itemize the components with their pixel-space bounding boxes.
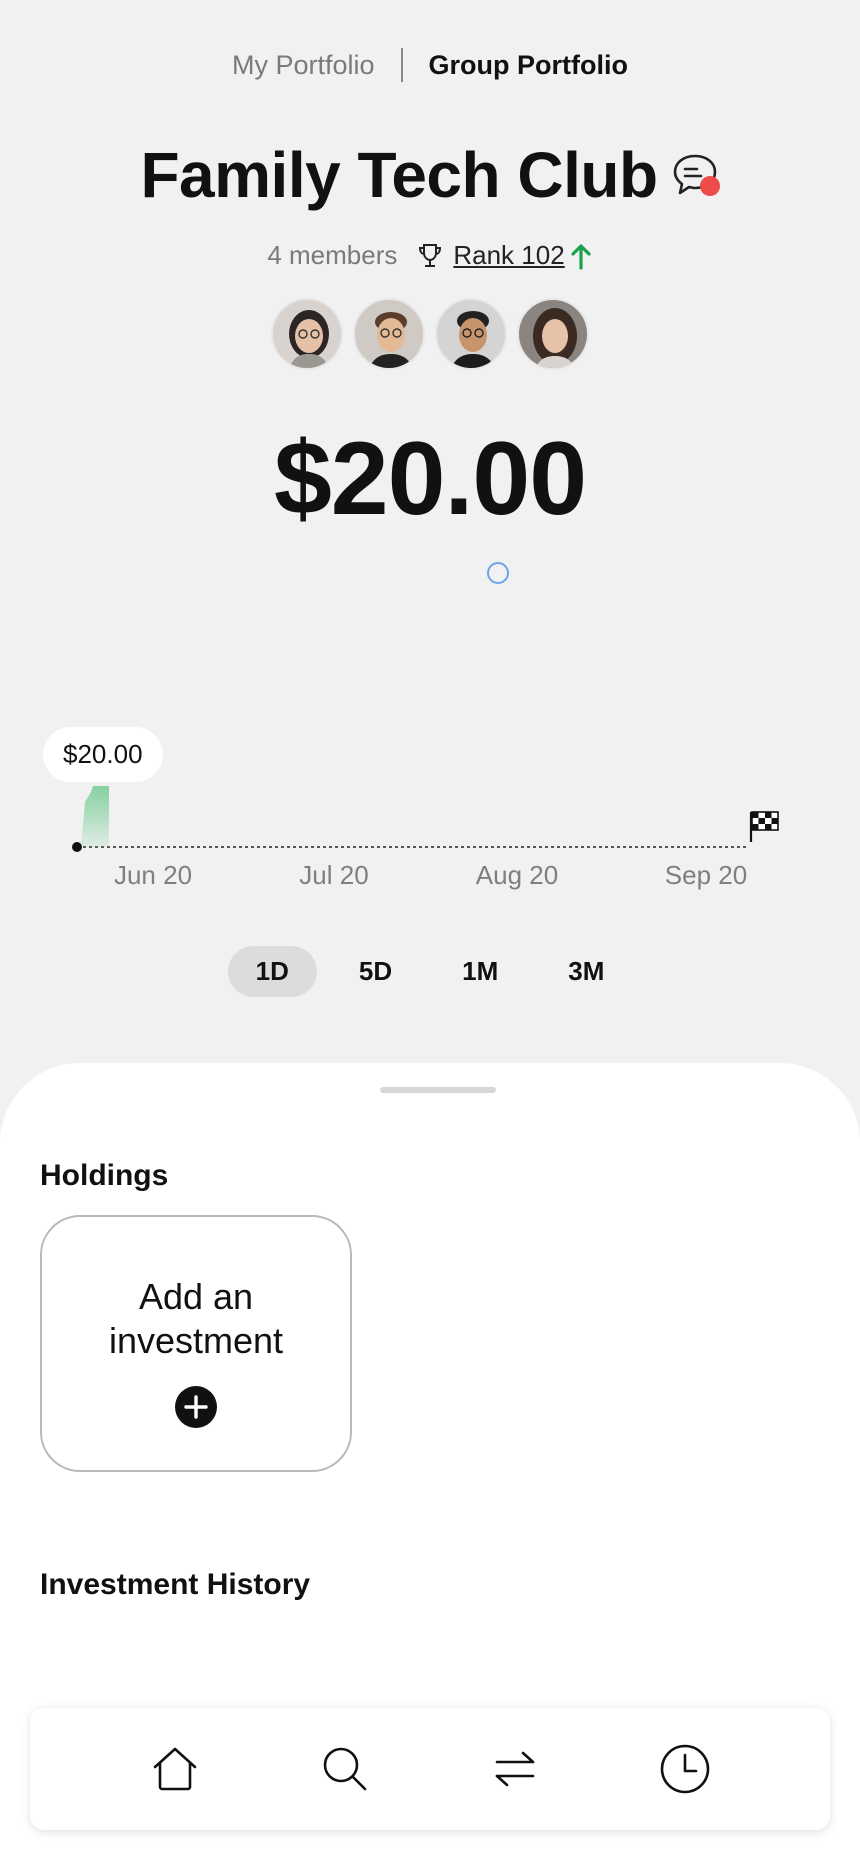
transfer-icon bbox=[495, 1751, 535, 1787]
chart-x-axis: Jun 20 Jul 20 Aug 20 Sep 20 bbox=[0, 860, 860, 894]
members-count: 4 members bbox=[267, 240, 398, 270]
portfolio-toggle: My Portfolio Group Portfolio bbox=[0, 48, 860, 82]
bottom-nav bbox=[30, 1708, 830, 1830]
chat-icon[interactable] bbox=[670, 150, 720, 200]
plus-circle-icon[interactable] bbox=[174, 1385, 218, 1429]
chart-x-tick-label: Sep 20 bbox=[664, 860, 748, 890]
checkered-flag-icon bbox=[749, 811, 779, 842]
arrow-up-icon bbox=[569, 242, 593, 270]
rank-link[interactable]: Rank 102 bbox=[415, 240, 592, 271]
group-title-row: Family Tech Club bbox=[0, 138, 860, 212]
sheet-handle[interactable] bbox=[380, 1087, 496, 1093]
holdings-title: Holdings bbox=[40, 1159, 169, 1192]
group-meta: 4 members Rank 102 bbox=[0, 240, 860, 271]
tab-my-portfolio[interactable]: My Portfolio bbox=[232, 50, 375, 81]
range-selector: 1D 5D 1M 3M bbox=[0, 946, 860, 997]
chart-x-tick-label: Jun 20 bbox=[113, 860, 193, 890]
range-5d[interactable]: 5D bbox=[331, 946, 420, 997]
avatar[interactable] bbox=[517, 298, 589, 370]
member-avatars bbox=[0, 298, 860, 370]
nav-home[interactable] bbox=[147, 1741, 203, 1797]
add-investment-label: Add an investment bbox=[108, 1276, 284, 1361]
clock-icon bbox=[660, 1744, 710, 1794]
chart-x-tick-label: Jul 20 bbox=[299, 860, 369, 890]
search-icon bbox=[323, 1747, 367, 1791]
avatar[interactable] bbox=[271, 298, 343, 370]
portfolio-value: $20.00 bbox=[273, 421, 587, 537]
notification-dot bbox=[699, 176, 720, 196]
range-3m[interactable]: 3M bbox=[540, 946, 632, 997]
rank-label[interactable]: Rank 102 bbox=[453, 240, 564, 271]
nav-transfer[interactable] bbox=[487, 1741, 543, 1797]
range-1m[interactable]: 1M bbox=[434, 946, 526, 997]
group-title: Family Tech Club bbox=[140, 139, 658, 211]
add-investment-card[interactable]: Add an investment bbox=[40, 1215, 352, 1472]
trophy-icon bbox=[415, 241, 445, 271]
chart-x-tick-label: Aug 20 bbox=[475, 860, 559, 890]
home-icon bbox=[153, 1747, 197, 1791]
nav-history[interactable] bbox=[657, 1741, 713, 1797]
toggle-divider bbox=[400, 48, 403, 82]
nav-search[interactable] bbox=[317, 1741, 373, 1797]
chart-series-area bbox=[81, 786, 109, 847]
loading-indicator bbox=[487, 562, 509, 584]
avatar[interactable] bbox=[353, 298, 425, 370]
tab-group-portfolio[interactable]: Group Portfolio bbox=[429, 50, 628, 81]
chart-value-tooltip: $20.00 bbox=[43, 727, 163, 782]
investment-history-title: Investment History bbox=[40, 1568, 311, 1601]
avatar[interactable] bbox=[435, 298, 507, 370]
chart-start-point bbox=[72, 842, 82, 852]
range-1d[interactable]: 1D bbox=[227, 946, 317, 997]
